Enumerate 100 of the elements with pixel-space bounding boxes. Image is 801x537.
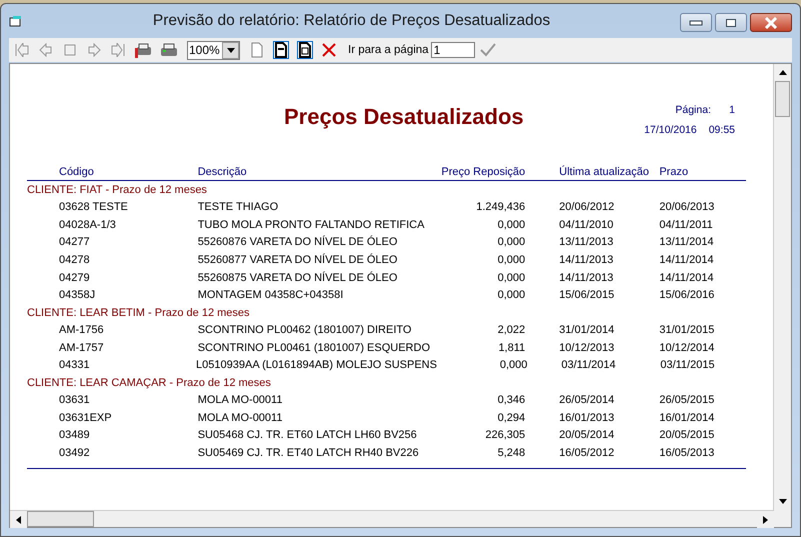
table-cell-text: 20/06/2013: [659, 200, 716, 213]
table-cell: L0510939AA (L0161894AB) MOLEJO SUSPENS: [196, 359, 437, 372]
table-cell-text: 1.249,436: [475, 200, 526, 213]
table-cell-text: 55260876 VARETA DO NÍVEL DE ÓLEO: [198, 236, 398, 248]
column-header: Prazo: [659, 166, 690, 178]
maximize-icon: [725, 18, 737, 28]
scroll-right-icon: [763, 516, 768, 524]
table-cell-text: MOLA MO-00011: [198, 394, 284, 406]
table-cell-text: 04277: [58, 236, 91, 248]
table-cell-text: 14/11/2014: [659, 272, 715, 284]
table-cell-text: 0,346: [496, 394, 526, 406]
table-cell-text: 03489: [58, 429, 91, 442]
scrollbar-thumb[interactable]: [775, 81, 790, 117]
page-icon: [273, 41, 289, 59]
column-header: Descrição: [198, 166, 248, 178]
first-page-icon: [14, 43, 30, 57]
table-cell-text: 0,294: [496, 412, 526, 424]
table-cell-text: 04028A-1/3: [58, 218, 117, 231]
table-cell-text: 03492: [58, 447, 91, 460]
page-icon: [297, 41, 313, 59]
zoom-dropdown[interactable]: 100%: [187, 40, 240, 60]
table-cell-text: 16/05/2012: [558, 447, 616, 460]
table-cell-text: 16/01/2014: [659, 412, 716, 424]
checkmark-icon: [480, 43, 496, 57]
stop-icon: [63, 43, 77, 57]
table-cell-text: 31/01/2015: [659, 324, 716, 336]
table-cell-text: 04278: [58, 254, 91, 266]
last-page-icon: [110, 43, 126, 57]
report-time: 09:55: [708, 124, 735, 136]
page-number: 1: [728, 104, 735, 116]
right-arrow-icon: [87, 43, 101, 57]
horizontal-scrollbar[interactable]: [10, 510, 774, 527]
table-cell-text: TESTE THIAGO: [198, 200, 280, 213]
scroll-down-icon: [778, 499, 786, 504]
table-cell-text: MOLA MO-00011: [198, 412, 284, 424]
table-cell-text: 0,000: [496, 272, 526, 284]
table-cell-text: 20/05/2015: [659, 429, 716, 442]
table-cell-text: SU05469 CJ. TR. ET40 LATCH RH40 BV226: [198, 447, 420, 460]
maximize-button[interactable]: [715, 13, 747, 32]
table-cell-text: 03631EXP: [58, 412, 113, 424]
printer-icon: [134, 42, 152, 58]
table-cell-text: 16/01/2013: [558, 412, 616, 424]
table-cell-text: 03631: [58, 394, 91, 406]
table-cell-text: MONTAGEM 04358C+04358I: [198, 289, 344, 302]
table-cell-text: 03/11/2014: [560, 359, 617, 372]
table-cell-text: 31/01/2014: [558, 324, 616, 336]
table-cell-text: 04358J: [58, 289, 96, 302]
goto-page-label: Ir para a página: [348, 44, 429, 56]
left-arrow-icon: [39, 43, 53, 57]
table-cell-text: 226,305: [484, 429, 526, 442]
table-cell-text: 14/11/2013: [558, 272, 614, 284]
table-cell-text: 15/06/2016: [659, 289, 716, 302]
minimize-button[interactable]: [680, 13, 712, 32]
close-button[interactable]: [750, 13, 792, 32]
whole-page-button[interactable]: [294, 39, 316, 61]
table-cell-text: SCONTRINO PL00461 (1801007) ESQUERDO: [198, 342, 432, 354]
table-cell-text: AM-1756: [58, 324, 105, 336]
table-cell-text: 26/05/2014: [558, 394, 616, 406]
page-label: Página:: [675, 104, 711, 116]
column-header: Código: [58, 166, 95, 178]
table-cell-text: 0,000: [496, 289, 526, 302]
close-icon: [763, 16, 779, 28]
table-cell-text: 0,000: [498, 359, 528, 372]
table-cell-text: 14/11/2014: [659, 254, 715, 266]
table-cell-text: 1,811: [497, 342, 526, 354]
page-icon: [249, 41, 265, 59]
table-cell-text: 20/06/2012: [558, 200, 616, 213]
page-number-field[interactable]: 1: [430, 42, 475, 58]
group-header: CLIENTE: LEAR CAMAÇAR - Prazo de 12 meses: [27, 376, 272, 392]
table-cell-text: 03/11/2015: [660, 359, 716, 372]
group-header: CLIENTE: LEAR BETIM - Prazo de 12 meses: [27, 306, 251, 322]
close-icon: [322, 43, 336, 57]
table-cell-text: 55260875 VARETA DO NÍVEL DE ÓLEO: [198, 272, 398, 284]
column-header: Preço Reposição: [440, 166, 526, 178]
printer-icon: [160, 42, 178, 58]
minimize-icon: [689, 20, 703, 26]
table-cell-text: 04/11/2010: [558, 218, 614, 231]
group-header: CLIENTE: FIAT - Prazo de 12 meses: [27, 183, 208, 198]
table-cell-text: 5,248: [496, 447, 526, 460]
scrollbar-thumb[interactable]: [27, 511, 94, 527]
table-cell-text: 16/05/2013: [659, 447, 716, 460]
report-title: Preços Desatualizados: [284, 104, 524, 130]
table-cell-text: 04/11/2011: [659, 218, 714, 231]
table-cell-text: 0,000: [496, 218, 526, 231]
vertical-scrollbar[interactable]: [773, 64, 791, 510]
table-cell-text: 03628 TESTE: [58, 200, 129, 213]
column-header: Última atualização: [558, 166, 650, 178]
table-cell-text: 10/12/2014: [659, 342, 716, 354]
table-cell-text: SCONTRINO PL00462 (1801007) DIREITO: [198, 324, 412, 336]
table-cell-text: 04279: [58, 272, 91, 284]
scroll-up-icon: [778, 70, 786, 75]
table-cell-text: 10/12/2013: [558, 342, 616, 354]
page-width-button[interactable]: [270, 39, 292, 61]
table-cell-text: AM-1757: [58, 342, 105, 354]
window-icon: [9, 15, 23, 27]
scroll-left-icon: [16, 516, 21, 524]
table-cell-text: 13/11/2014: [659, 236, 715, 248]
table-cell-text: SU05468 CJ. TR. ET60 LATCH LH60 BV256: [198, 429, 418, 442]
report-date: 17/10/2016: [644, 124, 697, 136]
table-cell-text: 13/11/2013: [558, 236, 614, 248]
